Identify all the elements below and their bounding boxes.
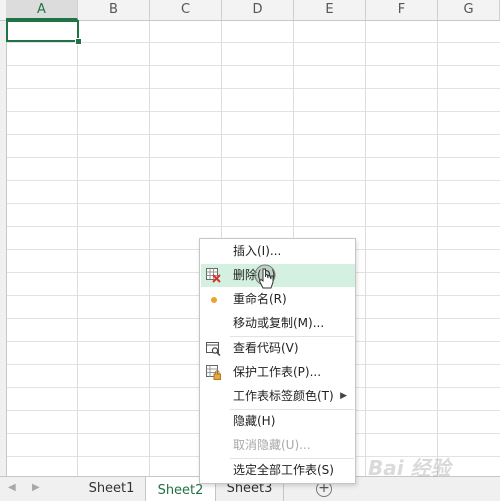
first-sheet-arrow-icon[interactable]: ◀ (8, 482, 16, 493)
menu-item-label: 隐藏(H) (233, 414, 276, 428)
menu-item-label: 查看代码(V) (233, 341, 299, 355)
column-header-f[interactable]: F (366, 0, 438, 20)
menu-item-label: 取消隐藏(U)... (233, 438, 311, 452)
column-header-d[interactable]: D (222, 0, 294, 20)
menu-item-label: 插入(I)... (233, 244, 282, 258)
hand-cursor-icon (254, 264, 280, 296)
row-header-strip (0, 20, 7, 476)
menu-item-view-code[interactable]: 查看代码(V) (201, 337, 355, 360)
protect-sheet-icon (206, 365, 221, 380)
menu-item-insert[interactable]: 插入(I)... (201, 240, 355, 263)
menu-item-label: 选定全部工作表(S) (233, 463, 334, 477)
submenu-arrow-icon: ▶ (340, 391, 347, 401)
menu-item-hide[interactable]: 隐藏(H) (201, 410, 355, 433)
menu-item-select-all-sheets[interactable]: 选定全部工作表(S) (201, 459, 355, 482)
next-sheet-arrow-icon[interactable]: ▶ (32, 482, 40, 493)
active-cell-a1[interactable] (6, 20, 79, 42)
fill-handle[interactable] (75, 38, 82, 45)
view-code-icon (206, 341, 221, 357)
bullet-dot-icon (211, 297, 217, 303)
sheet-tab-sheet1[interactable]: Sheet1 (78, 477, 146, 501)
column-header-a[interactable]: A (6, 0, 78, 20)
column-header-b[interactable]: B (78, 0, 150, 20)
column-header-g[interactable]: G (438, 0, 500, 20)
menu-item-label: 保护工作表(P)... (233, 365, 322, 379)
menu-item-label: 工作表标签颜色(T) (233, 389, 334, 403)
menu-item-tab-color[interactable]: 工作表标签颜色(T) ▶ (201, 385, 355, 408)
menu-item-move-copy[interactable]: 移动或复制(M)... (201, 312, 355, 335)
column-header-e[interactable]: E (294, 0, 366, 20)
column-headers: A B C D E F G (0, 0, 500, 21)
watermark: Bai 经验 (368, 456, 451, 480)
column-header-c[interactable]: C (150, 0, 222, 20)
menu-item-label: 移动或复制(M)... (233, 316, 325, 330)
menu-item-unhide: 取消隐藏(U)... (201, 434, 355, 457)
menu-item-protect-sheet[interactable]: 保护工作表(P)... (201, 361, 355, 384)
delete-sheet-icon (206, 268, 221, 283)
